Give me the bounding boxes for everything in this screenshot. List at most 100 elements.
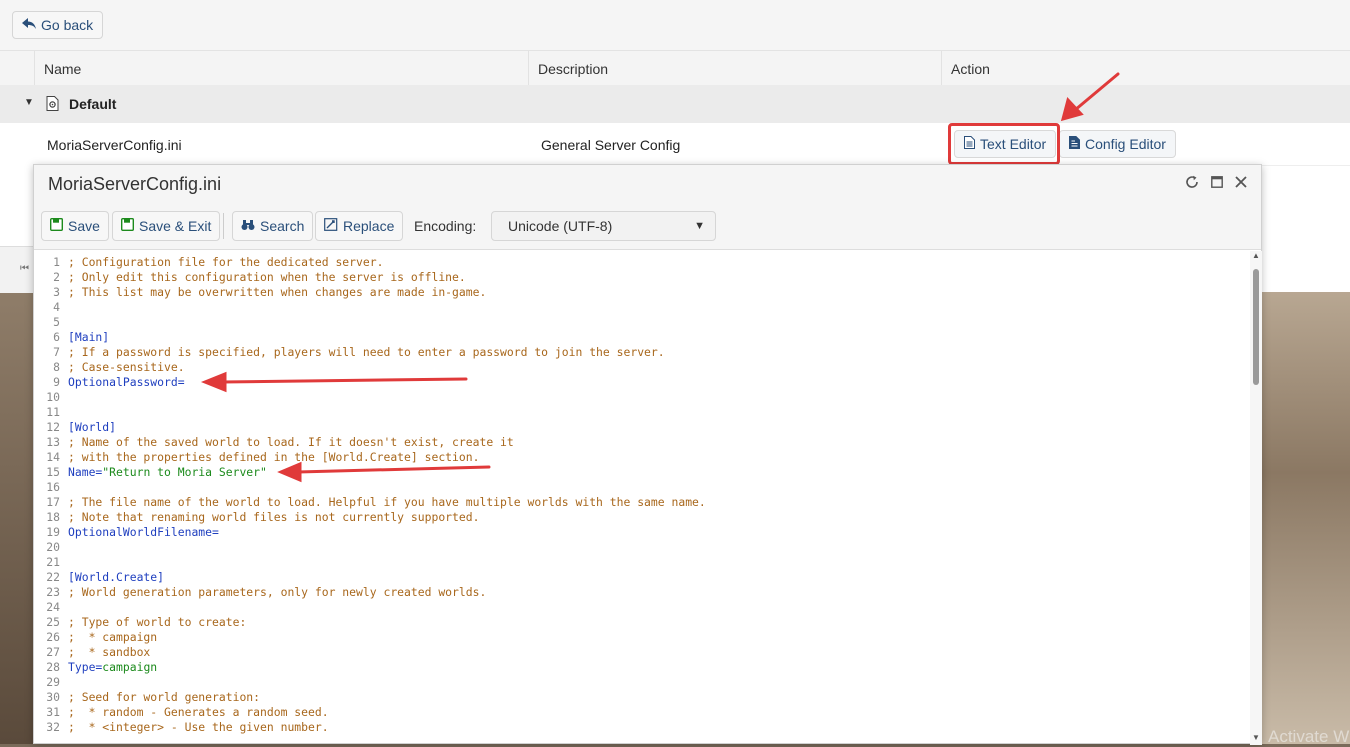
chevron-down-icon: ▼ (694, 220, 705, 232)
code-line[interactable]: 9 OptionalPassword= (34, 375, 184, 390)
line-number: 19 (46, 525, 60, 539)
code-line[interactable]: 3 ; This list may be overwritten when cha… (34, 285, 486, 300)
collapse-triangle-icon[interactable]: ▼ (24, 97, 34, 108)
save-and-exit-label: Save & Exit (139, 218, 212, 234)
code-line[interactable]: 10 (34, 390, 60, 405)
group-row-default[interactable]: ▼ Default (0, 85, 1350, 123)
config-file-icon (46, 96, 59, 114)
line-number: 6 (53, 330, 60, 344)
line-number: 26 (46, 630, 60, 644)
editor-title: MoriaServerConfig.ini (48, 174, 222, 194)
close-icon[interactable] (1235, 175, 1247, 192)
code-line[interactable]: 25 ; Type of world to create: (34, 615, 246, 630)
code-line[interactable]: 31 ; * random - Generates a random seed. (34, 705, 328, 720)
code-line[interactable]: 4 (34, 300, 60, 315)
line-text: ; with the properties defined in the [Wo… (68, 450, 480, 464)
scroll-up-icon[interactable]: ▲ (1252, 251, 1260, 260)
encoding-select[interactable]: Unicode (UTF-8) ▼ (491, 211, 716, 241)
line-text: Name="Return to Moria Server" (68, 465, 267, 479)
line-text: ; * <integer> - Use the given number. (68, 720, 329, 734)
maximize-icon[interactable] (1211, 175, 1223, 192)
row-description: General Server Config (541, 137, 681, 153)
column-header-name[interactable]: Name (34, 51, 528, 85)
line-number: 23 (46, 585, 60, 599)
line-number: 32 (46, 720, 60, 734)
line-text: [World.Create] (68, 570, 165, 584)
code-line[interactable]: 20 (34, 540, 60, 555)
go-back-button[interactable]: Go back (12, 11, 104, 39)
code-line[interactable]: 32 ; * <integer> - Use the given number. (34, 720, 328, 735)
config-editor-button[interactable]: Config Editor (1059, 130, 1176, 158)
text-editor-window: MoriaServerConfig.ini Save Save & Exit S… (33, 164, 1262, 745)
code-line[interactable]: 17 ; The file name of the world to load. … (34, 495, 706, 510)
code-line[interactable]: 1 ; Configuration file for the dedicated … (34, 255, 383, 270)
scrollbar-thumb[interactable] (1253, 269, 1259, 385)
top-toolbar: Go back (0, 0, 1350, 51)
code-line[interactable]: 27 ; * sandbox (34, 645, 150, 660)
search-button[interactable]: Search (232, 211, 314, 241)
first-page-icon[interactable]: ⏮ (20, 263, 29, 274)
column-header-description[interactable]: Description (528, 51, 941, 85)
table-row[interactable]: MoriaServerConfig.ini General Server Con… (34, 123, 1350, 166)
code-line[interactable]: 28 Type=campaign (34, 660, 157, 675)
line-number: 11 (46, 405, 60, 419)
line-number: 21 (46, 555, 60, 569)
line-number: 7 (53, 345, 60, 359)
line-text: ; * sandbox (68, 645, 151, 659)
code-line[interactable]: 16 (34, 480, 60, 495)
code-line[interactable]: 29 (34, 675, 60, 690)
code-line[interactable]: 2 ; Only edit this configuration when the… (34, 270, 466, 285)
line-number: 20 (46, 540, 60, 554)
line-number: 2 (53, 270, 60, 284)
go-back-label: Go back (41, 17, 94, 33)
row-file-name: MoriaServerConfig.ini (47, 137, 182, 153)
line-text: ; * random - Generates a random seed. (68, 705, 329, 719)
code-area[interactable]: 1 ; Configuration file for the dedicated … (34, 251, 1250, 745)
vertical-scrollbar[interactable]: ▲ ▼ (1250, 251, 1262, 745)
code-line[interactable]: 11 (34, 405, 60, 420)
code-line[interactable]: 13 ; Name of the saved world to load. If … (34, 435, 513, 450)
line-number: 29 (46, 675, 60, 689)
table-header: Name Description Action (0, 51, 1350, 86)
code-line[interactable]: 19 OptionalWorldFilename= (34, 525, 219, 540)
code-line[interactable]: 23 ; World generation parameters, only fo… (34, 585, 486, 600)
code-line[interactable]: 5 (34, 315, 60, 330)
line-text: ; Case-sensitive. (68, 360, 185, 374)
line-number: 22 (46, 570, 60, 584)
column-header-action[interactable]: Action (941, 51, 1350, 85)
replace-icon (324, 218, 338, 234)
binoculars-icon (241, 218, 255, 234)
editor-titlebar[interactable]: MoriaServerConfig.ini (34, 165, 1261, 203)
line-number: 13 (46, 435, 60, 449)
line-number: 16 (46, 480, 60, 494)
code-line[interactable]: 14 ; with the properties defined in the [… (34, 450, 479, 465)
pager-area: ⏮ (0, 246, 34, 293)
line-text: ; Seed for world generation: (68, 690, 261, 704)
line-text: ; Name of the saved world to load. If it… (68, 435, 514, 449)
code-line[interactable]: 24 (34, 600, 60, 615)
text-editor-highlight-box (948, 123, 1060, 165)
encoding-label: Encoding: (414, 218, 477, 234)
refresh-icon[interactable] (1185, 175, 1199, 193)
save-and-exit-button[interactable]: Save & Exit (112, 211, 221, 241)
code-line[interactable]: 6 [Main] (34, 330, 109, 345)
replace-button[interactable]: Replace (315, 211, 404, 241)
background-art-right (1262, 292, 1350, 744)
scroll-down-icon[interactable]: ▼ (1252, 733, 1260, 742)
code-line[interactable]: 22 [World.Create] (34, 570, 164, 585)
line-number: 1 (53, 255, 60, 269)
code-line[interactable]: 7 ; If a password is specified, players w… (34, 345, 664, 360)
line-number: 8 (53, 360, 60, 374)
code-line[interactable]: 30 ; Seed for world generation: (34, 690, 260, 705)
code-line[interactable]: 18 ; Note that renaming world files is no… (34, 510, 479, 525)
code-line[interactable]: 15 Name="Return to Moria Server" (34, 465, 267, 480)
line-number: 28 (46, 660, 60, 674)
save-button[interactable]: Save (41, 211, 109, 241)
line-number: 12 (46, 420, 60, 434)
code-line[interactable]: 21 (34, 555, 60, 570)
line-text: [World] (68, 420, 117, 434)
line-text: ; This list may be overwritten when chan… (68, 285, 487, 299)
code-line[interactable]: 8 ; Case-sensitive. (34, 360, 184, 375)
code-line[interactable]: 12 [World] (34, 420, 116, 435)
code-line[interactable]: 26 ; * campaign (34, 630, 157, 645)
